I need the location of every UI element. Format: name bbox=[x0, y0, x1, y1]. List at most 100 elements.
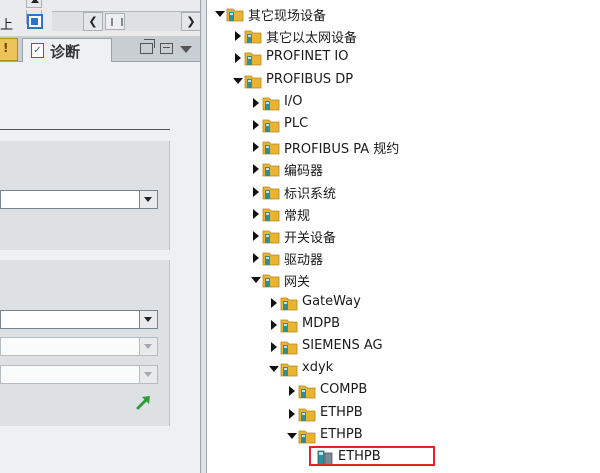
tree-node[interactable]: 开关设备 bbox=[251, 225, 531, 247]
chevron-down-icon[interactable] bbox=[139, 191, 157, 208]
folder-icon bbox=[262, 228, 280, 244]
tree-node[interactable]: MDPB bbox=[269, 314, 549, 336]
folder-icon bbox=[280, 339, 298, 355]
folder-icon bbox=[280, 295, 298, 311]
scroll-thumb[interactable] bbox=[105, 13, 125, 30]
tree-node-label: COMPB bbox=[320, 382, 368, 398]
expand-closed-icon[interactable] bbox=[251, 230, 261, 242]
tree-node[interactable]: 其它现场设备 bbox=[215, 3, 495, 25]
tab-diagnostics[interactable]: ✓ 诊断 bbox=[22, 38, 112, 62]
expand-closed-icon[interactable] bbox=[251, 186, 261, 198]
folder-icon bbox=[244, 28, 262, 44]
expand-closed-icon[interactable] bbox=[269, 341, 279, 353]
tree-node[interactable]: GateWay bbox=[269, 292, 549, 314]
expand-closed-icon[interactable] bbox=[269, 319, 279, 331]
expand-closed-icon[interactable] bbox=[287, 385, 297, 397]
expand-closed-icon[interactable] bbox=[251, 119, 261, 131]
expand-closed-icon[interactable] bbox=[251, 163, 261, 175]
spin-up-icon[interactable] bbox=[26, 0, 42, 8]
left-pane: 上 ❮ ❯ ! ✓ 诊断 bbox=[0, 0, 201, 473]
chevron-down-icon[interactable] bbox=[139, 311, 157, 328]
expand-closed-icon[interactable] bbox=[251, 141, 261, 153]
panel-menu-icon[interactable] bbox=[160, 43, 173, 54]
chevron-down-icon bbox=[139, 338, 157, 355]
tree-node[interactable]: 常规 bbox=[251, 203, 531, 225]
dropdown-2[interactable] bbox=[0, 310, 158, 329]
tree-node[interactable]: 标识系统 bbox=[251, 181, 531, 203]
folder-icon bbox=[262, 272, 280, 288]
horizontal-scrollbar[interactable]: ❮ ❯ bbox=[52, 11, 200, 31]
tree-node-label: 网关 bbox=[284, 275, 311, 291]
folder-icon bbox=[280, 317, 298, 333]
expand-closed-icon[interactable] bbox=[251, 208, 261, 220]
tree-node[interactable]: COMPB bbox=[287, 380, 567, 402]
folder-icon bbox=[244, 73, 262, 89]
scroll-left-button[interactable]: ❮ bbox=[83, 12, 103, 31]
expand-open-icon[interactable] bbox=[233, 75, 243, 87]
expand-closed-icon[interactable] bbox=[251, 252, 261, 264]
folder-icon bbox=[262, 250, 280, 266]
hardware-catalog-tree: 其它现场设备其它以太网设备 PROFINET IO PROFIBUS DP I/O PL… bbox=[207, 0, 600, 473]
diagnostics-icon: ✓ bbox=[31, 43, 44, 58]
expand-open-icon[interactable] bbox=[215, 8, 225, 20]
restore-window-icon[interactable] bbox=[140, 39, 155, 54]
tree-node[interactable]: 驱动器 bbox=[251, 247, 531, 269]
tree-node[interactable]: SIEMENS AG bbox=[269, 336, 549, 358]
tree-node[interactable]: ETHPB bbox=[287, 425, 567, 447]
expand-open-icon[interactable] bbox=[251, 274, 261, 286]
tree-node-label: ETHPB bbox=[320, 404, 363, 420]
tree-node-label: 其它以太网设备 bbox=[266, 31, 358, 47]
tab-warning[interactable]: ! bbox=[0, 38, 18, 61]
folder-icon bbox=[262, 184, 280, 200]
expand-closed-icon[interactable] bbox=[287, 408, 297, 420]
tab-bar: ! ✓ 诊断 bbox=[0, 36, 200, 62]
tab-diagnostics-label: 诊断 bbox=[50, 43, 81, 61]
tree-node[interactable]: PROFIBUS DP bbox=[233, 70, 513, 92]
folder-icon bbox=[244, 50, 262, 66]
tree-node-label: MDPB bbox=[302, 315, 340, 331]
clipped-label: 上 bbox=[0, 18, 14, 33]
top-strip: 上 ❮ ❯ bbox=[0, 0, 200, 36]
expand-closed-icon[interactable] bbox=[233, 52, 243, 64]
tree-node-label: I/O bbox=[284, 93, 303, 109]
tree-node-label: 编码器 bbox=[284, 164, 324, 180]
tab-warning-label: ! bbox=[3, 41, 9, 55]
go-arrow-icon[interactable] bbox=[136, 394, 152, 410]
tree-node-label: GateWay bbox=[302, 293, 361, 309]
expand-closed-icon[interactable] bbox=[269, 297, 279, 309]
expand-closed-icon[interactable] bbox=[233, 30, 243, 42]
folder-icon bbox=[262, 139, 280, 155]
tree-node-label: PLC bbox=[284, 116, 309, 131]
expand-open-icon[interactable] bbox=[287, 430, 297, 442]
tree-node[interactable]: ETHPB bbox=[287, 403, 567, 425]
folder-icon bbox=[298, 383, 316, 399]
tree-node[interactable]: 网关 bbox=[251, 269, 531, 291]
tree-node[interactable]: 其它以太网设备 bbox=[233, 25, 513, 47]
tree-node[interactable]: xdyk bbox=[269, 358, 549, 380]
folder-icon bbox=[262, 161, 280, 177]
dropdown-1[interactable] bbox=[0, 190, 158, 209]
tree-node-label: PROFINET IO bbox=[266, 49, 349, 65]
tree-node-label: ETHPB bbox=[320, 426, 363, 442]
dropdown-3-disabled bbox=[0, 337, 158, 356]
tree-node[interactable]: PLC bbox=[251, 114, 531, 136]
tree-node-label: 常规 bbox=[284, 208, 311, 224]
expand-closed-icon[interactable] bbox=[251, 97, 261, 109]
window-icon[interactable] bbox=[27, 14, 43, 29]
tree-node[interactable]: I/O bbox=[251, 92, 531, 114]
tree-node[interactable]: PROFINET IO bbox=[233, 47, 513, 69]
chevron-down-icon bbox=[139, 366, 157, 383]
chevron-down-icon[interactable] bbox=[180, 46, 192, 53]
folder-icon bbox=[262, 117, 280, 133]
tree-node-label: xdyk bbox=[302, 360, 334, 376]
expand-open-icon[interactable] bbox=[269, 363, 279, 375]
tree-node-label: PROFIBUS PA 规约 bbox=[284, 142, 400, 158]
tree-node[interactable]: PROFIBUS PA 规约 bbox=[251, 136, 531, 158]
folder-icon bbox=[262, 206, 280, 222]
selection-highlight bbox=[309, 446, 435, 466]
tree-node-label: 开关设备 bbox=[284, 231, 337, 246]
dropdown-4-disabled bbox=[0, 365, 158, 384]
tree-node[interactable]: 编码器 bbox=[251, 158, 531, 180]
tree-node-label: PROFIBUS DP bbox=[266, 71, 354, 87]
scroll-right-button[interactable]: ❯ bbox=[181, 12, 200, 31]
